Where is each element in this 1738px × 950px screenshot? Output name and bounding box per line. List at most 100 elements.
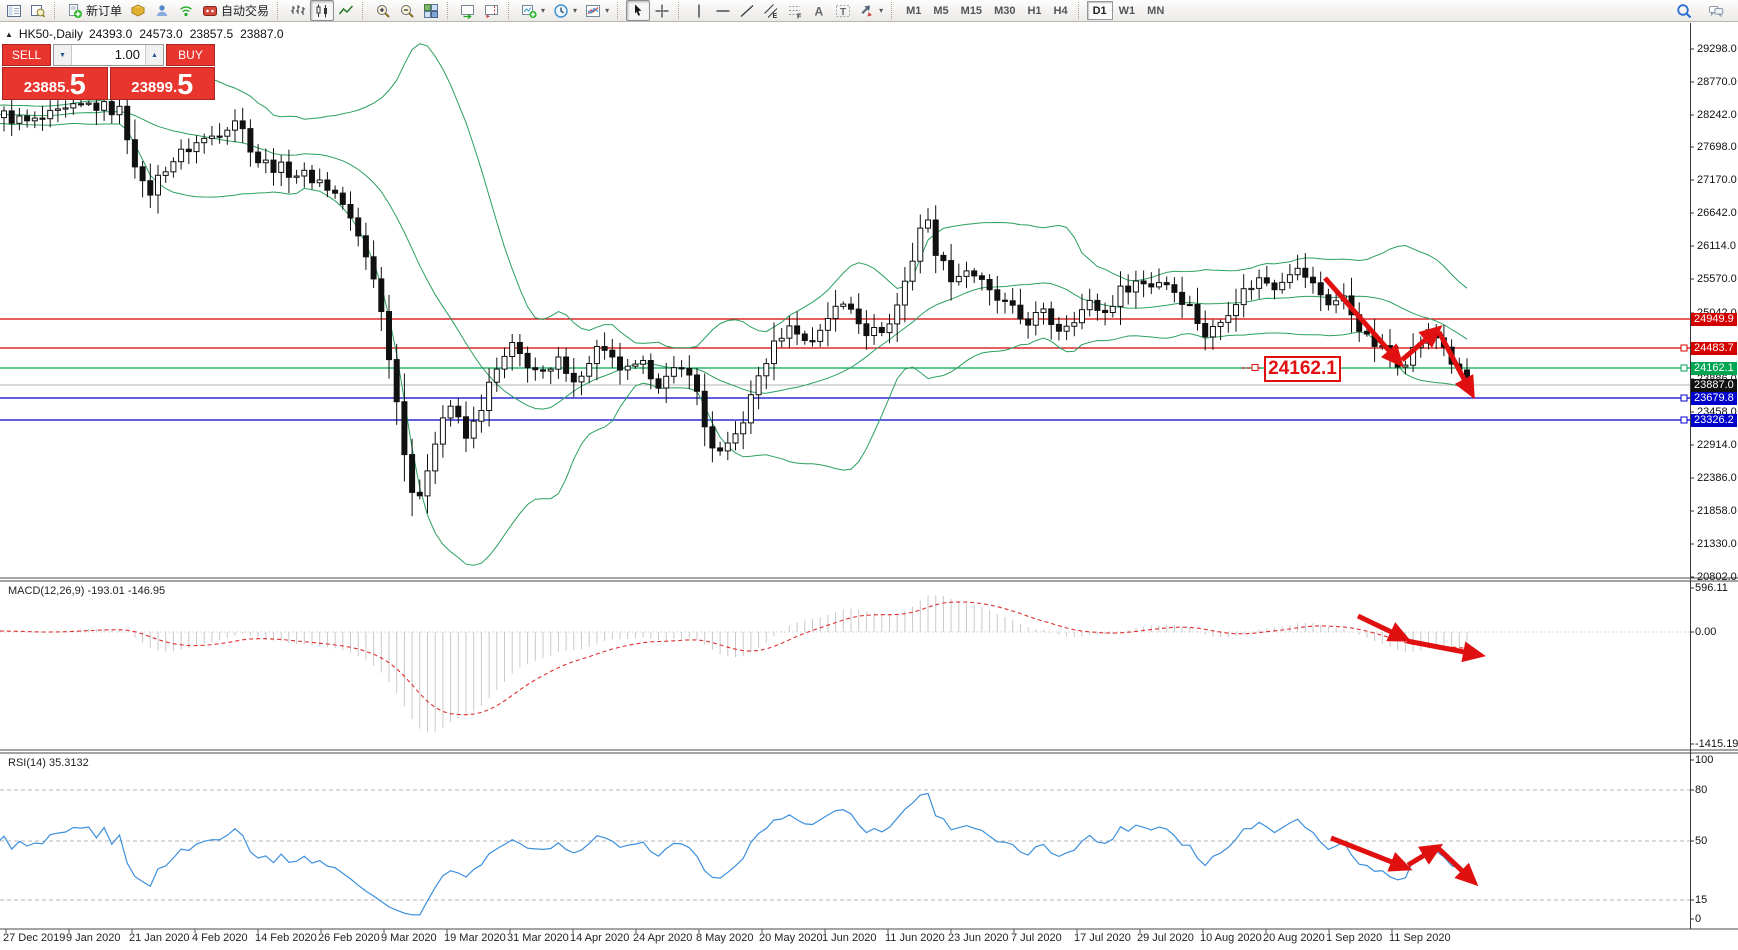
trendline-button[interactable]	[735, 0, 759, 21]
text-button[interactable]: A	[807, 0, 831, 21]
ohlc-low: 23857.5	[190, 27, 233, 41]
volume-input[interactable]: 1.00	[72, 45, 145, 65]
timeframe-m1-button[interactable]: M1	[900, 1, 927, 20]
toolbar-separator	[54, 2, 59, 19]
rsi-axis-label: 0	[1695, 914, 1701, 925]
sell-button[interactable]: SELL	[2, 44, 51, 66]
timeframe-m30-button[interactable]: M30	[988, 1, 1021, 20]
date-axis-label: 29 Jul 2020	[1137, 932, 1194, 944]
history-button[interactable]	[126, 0, 150, 21]
new-chart-button[interactable]: ▾	[517, 0, 549, 21]
horizontal-line-button[interactable]	[711, 0, 735, 21]
publisher-button[interactable]	[150, 0, 174, 21]
templates-button[interactable]: ▾	[581, 0, 613, 21]
equidistant-channel-button[interactable]: E	[759, 0, 783, 21]
price-level-tag: 24483.7	[1691, 342, 1737, 355]
equidistant-channel-icon: E	[763, 3, 779, 19]
date-axis-label: 27 Dec 2019	[3, 932, 65, 944]
chart-svg[interactable]	[0, 0, 1738, 945]
line-chart-button[interactable]	[334, 0, 358, 21]
auto-scroll-button[interactable]	[456, 0, 480, 21]
timeframe-m15-button[interactable]: M15	[955, 1, 988, 20]
volume-decrease-button[interactable]: ▼	[54, 45, 72, 65]
market-watch-button[interactable]	[2, 0, 26, 21]
symbol-search-button[interactable]	[1672, 0, 1696, 21]
new-order-button[interactable]: 新订单	[63, 0, 126, 21]
volume-stepper: ▼ 1.00 ▲	[53, 44, 164, 66]
chat-button[interactable]	[1704, 0, 1728, 21]
signals-button[interactable]	[174, 0, 198, 21]
price-axis-label: 26642.0	[1697, 208, 1737, 219]
vertical-line-button[interactable]	[687, 0, 711, 21]
price-axis-label: 26114.0	[1697, 241, 1736, 252]
navigator-button[interactable]	[26, 0, 50, 21]
date-axis-label: 20 May 2020	[759, 932, 823, 944]
volume-increase-button[interactable]: ▲	[145, 45, 163, 65]
chart-plot-area[interactable]	[0, 0, 1738, 950]
buy-button[interactable]: BUY	[166, 44, 215, 66]
autotrading-button[interactable]: 自动交易	[198, 0, 273, 21]
candlestick-chart-button[interactable]	[310, 0, 334, 21]
timeframe-w1-button[interactable]: W1	[1113, 1, 1142, 20]
rsi-axis-label: 15	[1695, 895, 1707, 906]
zoom-in-button[interactable]	[371, 0, 395, 21]
publisher-icon	[154, 3, 170, 19]
dropdown-arrow-icon: ▾	[879, 6, 883, 15]
price-annotation-box[interactable]: 24162.1	[1264, 356, 1341, 382]
bar-chart-button[interactable]	[286, 0, 310, 21]
fibonacci-button[interactable]: F	[783, 0, 807, 21]
periods-button[interactable]: ▾	[549, 0, 581, 21]
date-axis-label: 20 Aug 2020	[1263, 932, 1325, 944]
bid-price-tag: 23887.0	[1691, 379, 1737, 392]
text-icon: A	[811, 3, 827, 19]
rsi-axis-label: 50	[1695, 836, 1707, 847]
timeframe-m5-button[interactable]: M5	[927, 1, 954, 20]
timeframe-h1-button[interactable]: H1	[1021, 1, 1047, 20]
trendline-icon	[739, 3, 755, 19]
sell-price-panel[interactable]: 23885.5	[2, 67, 108, 100]
toolbar-separator	[891, 2, 896, 19]
collapse-quote-panel-icon[interactable]: ▲	[5, 30, 13, 39]
timeframe-mn-button[interactable]: MN	[1141, 1, 1170, 20]
text-label-button[interactable]: T	[831, 0, 855, 21]
candlesticks	[2, 89, 1470, 516]
chart-shift-button[interactable]	[480, 0, 504, 21]
toolbar-separator	[617, 2, 622, 19]
date-axis-label: 1 Jun 2020	[822, 932, 876, 944]
one-click-trading-widget: SELL ▼ 1.00 ▲ BUY 23885.5 23899.5	[2, 44, 215, 100]
crosshair-button[interactable]	[650, 0, 674, 21]
date-axis-label: 21 Jan 2020	[129, 932, 190, 944]
rsi-name: RSI(14)	[8, 757, 46, 769]
price-axis-label: 25570.0	[1697, 274, 1737, 285]
date-axis-label: 17 Jul 2020	[1074, 932, 1131, 944]
price-axis-label: 21330.0	[1697, 539, 1737, 550]
new-chart-icon	[521, 3, 537, 19]
price-level-tag: 23326.2	[1691, 414, 1737, 427]
timeframe-h4-button[interactable]: H4	[1048, 1, 1074, 20]
zoom-out-button[interactable]	[395, 0, 419, 21]
price-axis-label: 27698.0	[1697, 142, 1737, 153]
tile-windows-icon	[423, 3, 439, 19]
crosshair-icon	[654, 3, 670, 19]
arrows-tool-icon	[859, 3, 875, 19]
dropdown-arrow-icon: ▾	[605, 6, 609, 15]
templates-icon	[585, 3, 601, 19]
horizontal-line-icon	[715, 3, 731, 19]
rsi-axis-label: 100	[1695, 755, 1713, 766]
timeframe-d1-button[interactable]: D1	[1087, 1, 1113, 20]
date-axis-label: 7 Jul 2020	[1011, 932, 1062, 944]
toolbar-separator	[362, 2, 367, 19]
price-axis-label: 22386.0	[1697, 473, 1737, 484]
new-order-icon	[67, 3, 83, 19]
tile-windows-button[interactable]	[419, 0, 443, 21]
chart-shift-icon	[484, 3, 500, 19]
svg-text:T: T	[840, 7, 846, 18]
price-level-tag: 24162.1	[1691, 362, 1737, 375]
arrows-tool-button[interactable]: ▾	[855, 0, 887, 21]
date-axis-label: 9 Jan 2020	[66, 932, 120, 944]
buy-price-panel[interactable]: 23899.5	[110, 67, 216, 100]
autotrading-button-label: 自动交易	[221, 2, 269, 19]
toolbar-separator	[1078, 2, 1083, 19]
cursor-button[interactable]	[626, 0, 650, 21]
dropdown-arrow-icon: ▾	[573, 6, 577, 15]
